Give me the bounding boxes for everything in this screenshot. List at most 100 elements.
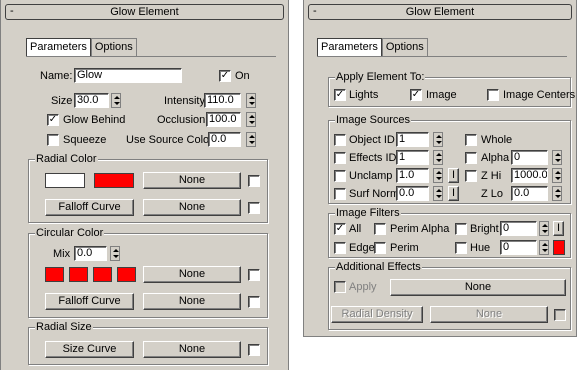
tab-options[interactable]: Options <box>90 38 137 56</box>
circular-color-map-checkbox[interactable] <box>248 269 260 281</box>
radial-density-button[interactable]: Radial Density <box>331 306 423 323</box>
zhi-spinner[interactable] <box>552 168 562 183</box>
tab-divider <box>26 56 276 57</box>
effects-id-checkbox[interactable] <box>334 152 346 164</box>
size-input[interactable]: 30.0 <box>74 93 109 108</box>
surf-norm-spinner[interactable] <box>433 186 443 201</box>
radial-color-swatch-white[interactable] <box>45 173 85 188</box>
rollout-header[interactable]: - Glow Element <box>308 4 572 20</box>
radial-size-map-checkbox[interactable] <box>248 344 260 356</box>
alpha-checkbox[interactable] <box>465 152 477 164</box>
use-source-color-input[interactable]: 0.0 <box>208 132 241 147</box>
circular-color-swatch-1[interactable] <box>45 267 64 282</box>
additional-effects-title: Additional Effects <box>335 261 422 273</box>
radial-color-map-button[interactable]: None <box>143 172 241 189</box>
perim-alpha-checkbox[interactable] <box>374 223 386 235</box>
rollout-header[interactable]: - Glow Element <box>5 4 284 20</box>
on-label: On <box>235 70 250 82</box>
use-source-color-label: Use Source Color <box>126 134 213 146</box>
all-checkbox[interactable]: ✓ <box>334 223 346 235</box>
bright-label: Bright <box>470 223 499 235</box>
bright-checkbox[interactable] <box>455 223 467 235</box>
apply-checkbox[interactable] <box>334 281 346 293</box>
alpha-spinner[interactable] <box>552 150 562 165</box>
name-label: Name: <box>40 70 73 82</box>
circular-color-swatch-2[interactable] <box>69 267 88 282</box>
effects-id-spinner[interactable] <box>433 150 443 165</box>
radial-color-map-checkbox[interactable] <box>248 175 260 187</box>
mix-input[interactable]: 0.0 <box>74 246 107 261</box>
surf-norm-checkbox[interactable] <box>334 188 346 200</box>
circular-falloff-curve-button[interactable]: Falloff Curve <box>45 293 134 310</box>
name-input[interactable]: Glow <box>74 68 182 83</box>
rollout-title: Glow Element <box>405 6 475 18</box>
mix-spinner[interactable] <box>110 246 120 261</box>
right-glow-panel: - Glow Element Parameters Options Apply … <box>303 0 577 337</box>
hue-spinner[interactable] <box>539 240 549 255</box>
perim-alpha-label: Perim Alpha <box>390 223 450 235</box>
radial-color-swatch-red[interactable] <box>94 173 134 188</box>
zlo-input[interactable]: 0.0 <box>511 186 548 201</box>
surf-norm-input[interactable]: 0.0 <box>396 186 429 201</box>
radial-falloff-map-button[interactable]: None <box>143 199 241 216</box>
squeeze-checkbox[interactable] <box>47 134 59 146</box>
effects-id-input[interactable]: 1 <box>396 150 429 165</box>
effects-id-label: Effects ID <box>349 152 397 164</box>
collapse-icon[interactable]: - <box>313 4 317 18</box>
lights-checkbox[interactable]: ✓ <box>334 89 346 101</box>
perim-checkbox[interactable] <box>374 242 386 254</box>
tab-parameters[interactable]: Parameters <box>317 38 382 56</box>
circular-color-swatch-3[interactable] <box>93 267 112 282</box>
occlusion-spinner[interactable] <box>246 112 256 127</box>
size-curve-button[interactable]: Size Curve <box>45 341 134 358</box>
whole-checkbox[interactable] <box>465 134 477 146</box>
circular-falloff-map-button[interactable]: None <box>143 293 241 310</box>
surf-norm-i-button[interactable]: I <box>448 186 459 201</box>
occlusion-input[interactable]: 100.0 <box>206 112 241 127</box>
edge-checkbox[interactable] <box>334 242 346 254</box>
radial-density-checkbox[interactable] <box>554 309 566 321</box>
intensity-spinner[interactable] <box>246 93 256 108</box>
glow-behind-checkbox[interactable]: ✓ <box>47 114 59 126</box>
bright-i-button[interactable]: I <box>553 221 564 236</box>
unclamp-input[interactable]: 1.0 <box>396 168 429 183</box>
tab-parameters[interactable]: Parameters <box>26 38 91 56</box>
unclamp-checkbox[interactable] <box>334 170 346 182</box>
alpha-input[interactable]: 0 <box>511 150 548 165</box>
object-id-input[interactable]: 1 <box>396 132 429 147</box>
unclamp-i-button[interactable]: I <box>448 168 459 183</box>
hue-checkbox[interactable] <box>455 242 467 254</box>
radial-size-map-button[interactable]: None <box>143 341 241 358</box>
object-id-checkbox[interactable] <box>334 134 346 146</box>
tab-options[interactable]: Options <box>381 38 428 56</box>
radial-falloff-curve-button[interactable]: Falloff Curve <box>45 199 134 216</box>
object-id-spinner[interactable] <box>433 132 443 147</box>
edge-label: Edge <box>349 242 375 254</box>
intensity-input[interactable]: 110.0 <box>204 93 241 108</box>
circular-color-swatch-4[interactable] <box>117 267 136 282</box>
surf-norm-label: Surf Norm <box>349 188 400 200</box>
radial-density-map-button[interactable]: None <box>430 306 548 323</box>
bright-input[interactable]: 0 <box>500 221 537 236</box>
on-checkbox[interactable]: ✓ <box>219 70 231 82</box>
zhi-input[interactable]: 1000.0 <box>511 168 548 183</box>
circular-falloff-map-checkbox[interactable] <box>248 296 260 308</box>
hue-color-swatch[interactable] <box>553 240 565 255</box>
unclamp-spinner[interactable] <box>433 168 443 183</box>
use-source-color-spinner[interactable] <box>246 132 256 147</box>
rollout-title: Glow Element <box>110 6 179 18</box>
apply-label: Apply <box>349 281 377 293</box>
hue-input[interactable]: 0 <box>500 240 537 255</box>
image-label: Image <box>426 89 457 101</box>
radial-falloff-map-checkbox[interactable] <box>248 202 260 214</box>
size-spinner[interactable] <box>111 93 121 108</box>
image-filters-title: Image Filters <box>335 207 401 219</box>
zhi-checkbox[interactable] <box>465 170 477 182</box>
zlo-spinner[interactable] <box>552 186 562 201</box>
apply-map-button[interactable]: None <box>390 279 566 296</box>
bright-spinner[interactable] <box>539 221 549 236</box>
collapse-icon[interactable]: - <box>10 4 14 18</box>
image-centers-checkbox[interactable] <box>487 89 499 101</box>
circular-color-map-button[interactable]: None <box>143 266 241 283</box>
image-checkbox[interactable]: ✓ <box>410 89 422 101</box>
